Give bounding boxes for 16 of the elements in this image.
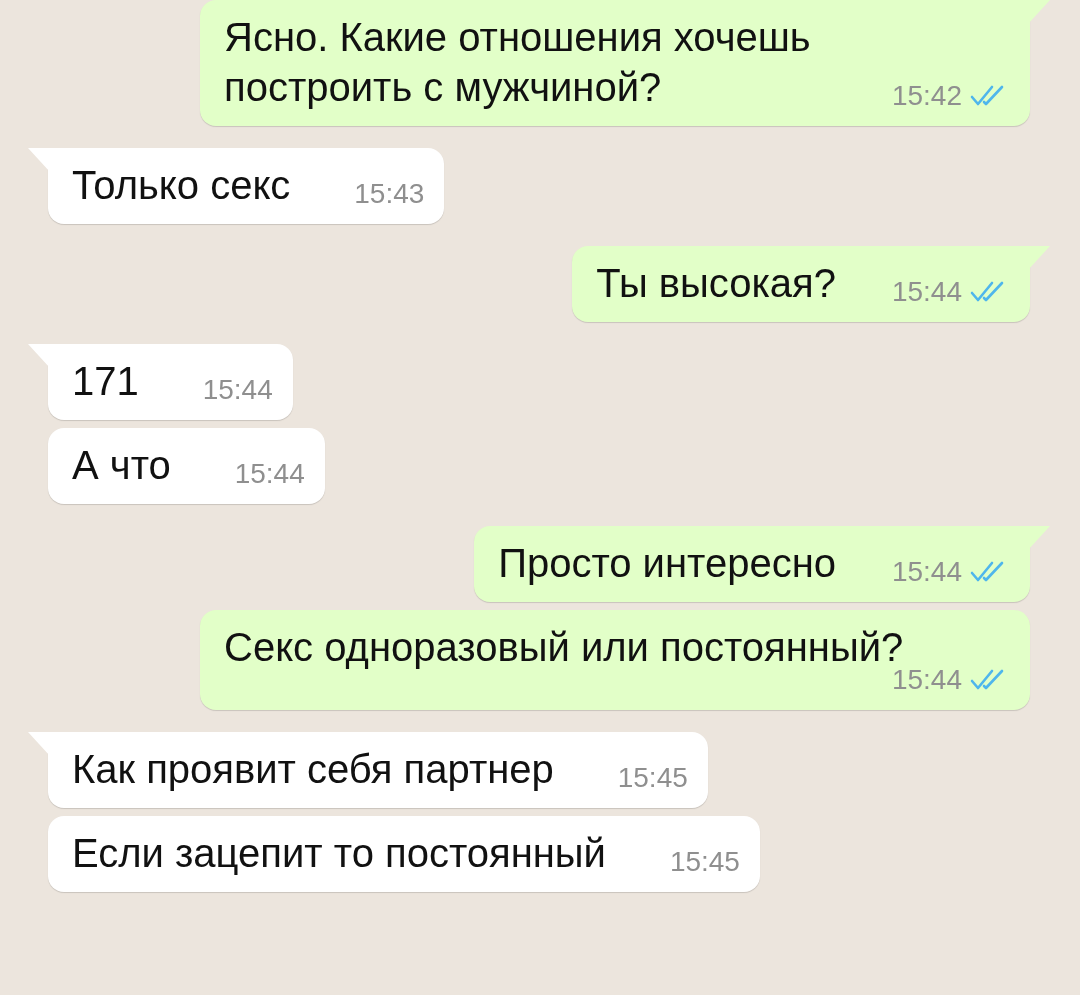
message-time: 15:43 <box>354 178 425 210</box>
message-text: 171 <box>72 359 139 403</box>
message-time: 15:45 <box>669 846 740 878</box>
message-time: 15:42 <box>891 80 962 112</box>
message-text: Если зацепит то постоянный <box>72 831 606 875</box>
message-time: 15:44 <box>891 556 962 588</box>
message-text: Ясно. Какие отношения хочешь построить с мужчиной? <box>224 15 811 109</box>
message-text: Только секс <box>72 163 291 207</box>
message-time: 15:44 <box>202 374 273 406</box>
message-time: 15:44 <box>234 458 305 490</box>
message-text: Как проявит себя партнер <box>72 747 554 791</box>
message-text: Ты высокая? <box>596 261 836 305</box>
message-text: А что <box>72 443 171 487</box>
message-time: 15:45 <box>617 762 688 794</box>
message-text: Просто интересно <box>498 541 836 585</box>
message-time: 15:44 <box>891 276 962 308</box>
